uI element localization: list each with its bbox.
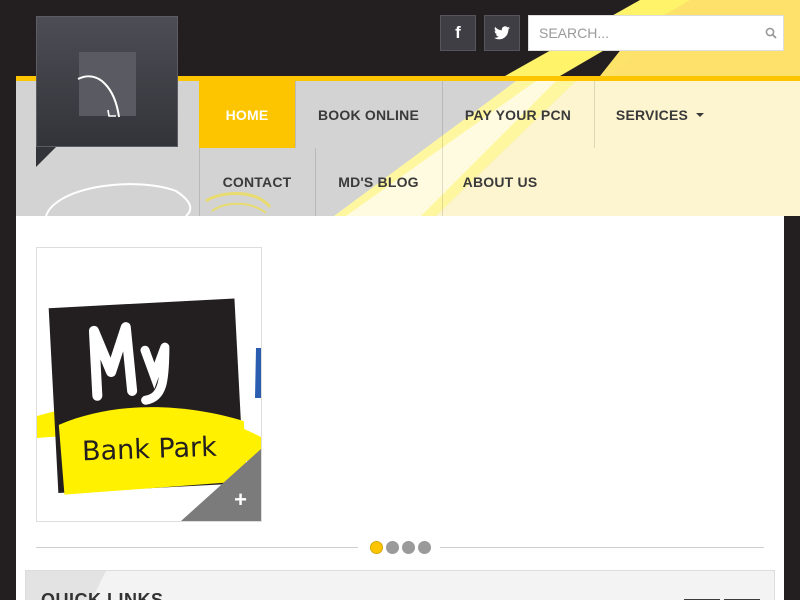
search-icon[interactable] bbox=[765, 27, 777, 39]
gallery-item[interactable]: My Bank Park + bbox=[36, 247, 262, 522]
pagination-dot[interactable] bbox=[418, 541, 431, 554]
nav-pay-pcn-label: PAY YOUR PCN bbox=[464, 106, 572, 123]
nav-md-blog-label: MD'S BLOG bbox=[338, 174, 419, 190]
nav-separator bbox=[442, 81, 443, 216]
gallery-pagination bbox=[370, 541, 431, 554]
nav-home[interactable]: HOME bbox=[199, 81, 295, 148]
quick-links-panel: QUICK LINKS bbox=[25, 570, 775, 600]
twitter-icon bbox=[494, 26, 510, 40]
nav-services[interactable]: SERVICES bbox=[594, 81, 726, 148]
facebook-button[interactable]: f bbox=[440, 15, 476, 51]
nav-separator bbox=[199, 148, 200, 216]
divider-left bbox=[36, 547, 358, 548]
nav-pay-pcn[interactable]: PAY YOUR PCN bbox=[442, 81, 594, 148]
nav-separator bbox=[315, 148, 316, 216]
nav-separator bbox=[594, 81, 595, 148]
nav-contact[interactable]: CONTACT bbox=[199, 148, 315, 216]
chevron-down-icon bbox=[696, 112, 705, 117]
gallery-item-corner bbox=[181, 449, 261, 521]
facebook-icon: f bbox=[455, 23, 461, 42]
nav-separator bbox=[295, 81, 296, 148]
nav-md-blog[interactable]: MD'S BLOG bbox=[315, 148, 442, 216]
nav-about-us-label: ABOUT US bbox=[462, 174, 538, 190]
divider-right bbox=[440, 547, 764, 548]
nav-book-online-label: BOOK ONLINE bbox=[318, 106, 419, 123]
nav-contact-label: CONTACT bbox=[222, 174, 292, 190]
pagination-dot[interactable] bbox=[402, 541, 415, 554]
pagination-dot[interactable] bbox=[386, 541, 399, 554]
site-logo[interactable] bbox=[36, 16, 178, 147]
nav-services-label: SERVICES bbox=[615, 106, 689, 123]
pagination-dot[interactable] bbox=[370, 541, 383, 554]
search-box bbox=[528, 15, 784, 51]
nav-about-us[interactable]: ABOUT US bbox=[442, 148, 558, 216]
nav-book-online[interactable]: BOOK ONLINE bbox=[295, 81, 442, 148]
search-input[interactable] bbox=[529, 16, 783, 50]
twitter-button[interactable] bbox=[484, 15, 520, 51]
logo-tail bbox=[36, 147, 56, 167]
logo-mark-icon bbox=[77, 52, 136, 118]
quick-links-title: QUICK LINKS bbox=[41, 590, 164, 600]
expand-plus-button[interactable]: + bbox=[234, 487, 247, 513]
nav-home-label: HOME bbox=[225, 106, 269, 123]
